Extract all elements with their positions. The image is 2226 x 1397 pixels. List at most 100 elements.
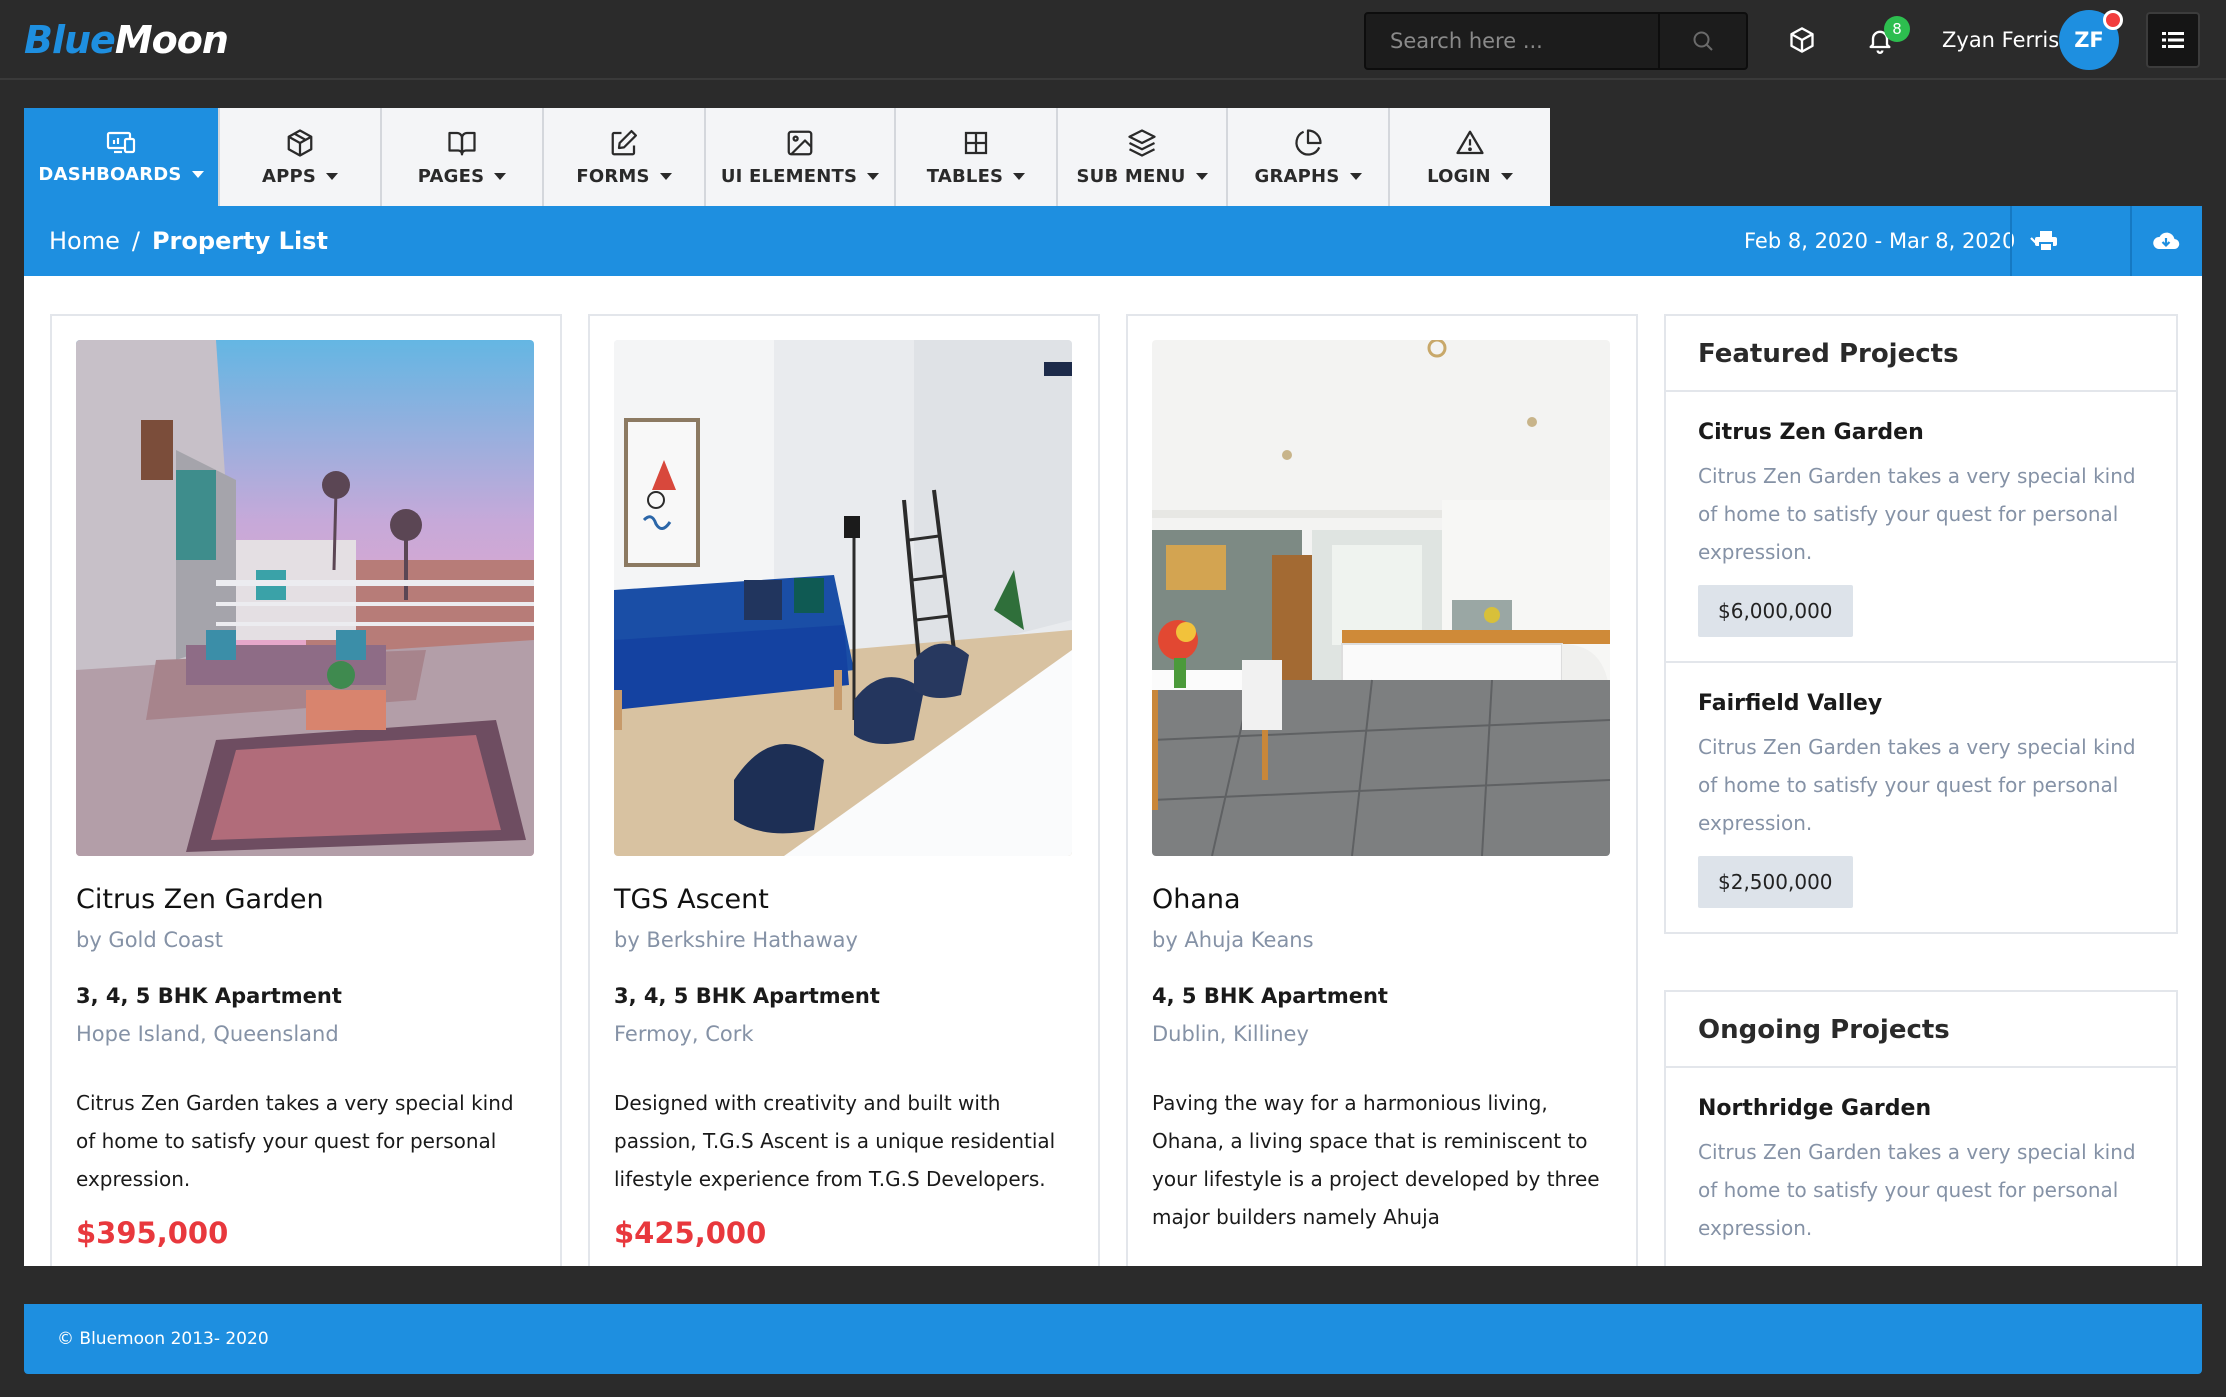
- ongoing-project-item: Northridge Garden Citrus Zen Garden take…: [1666, 1068, 2176, 1266]
- property-description: Designed with creativity and built with …: [614, 1091, 1056, 1191]
- property-type: 3, 4, 5 BHK Apartment: [76, 984, 342, 1008]
- project-title[interactable]: Northridge Garden: [1698, 1096, 2144, 1121]
- nav-tables[interactable]: TABLES: [896, 108, 1058, 206]
- property-name[interactable]: Ohana: [1152, 884, 1241, 915]
- property-builder: by Gold Coast: [76, 928, 223, 952]
- main-content: Citrus Zen Garden by Gold Coast 3, 4, 5 …: [24, 276, 2202, 1266]
- property-price: $395,000: [76, 1216, 229, 1250]
- cube-icon: [1788, 26, 1816, 54]
- sidebar-toggle-button[interactable]: [2146, 12, 2200, 68]
- search-box: [1364, 12, 1748, 70]
- download-button[interactable]: [2130, 206, 2200, 276]
- caret-down-icon: [1349, 172, 1362, 180]
- nav-ui-elements-label: UI ELEMENTS: [720, 165, 858, 187]
- caret-down-icon: [1500, 172, 1513, 180]
- nav-ui-elements[interactable]: UI ELEMENTS: [706, 108, 896, 206]
- nav-dashboards[interactable]: DASHBOARDS: [24, 108, 220, 206]
- nav-pages[interactable]: PAGES: [382, 108, 544, 206]
- caret-down-icon: [1195, 172, 1208, 180]
- search-input[interactable]: [1366, 14, 1658, 68]
- date-range-label: Feb 8, 2020 - Mar 8, 2020: [1744, 229, 2016, 253]
- pie-chart-icon: [1293, 128, 1323, 158]
- property-location: Fermoy, Cork: [614, 1022, 754, 1046]
- property-card: Ohana by Ahuja Keans 4, 5 BHK Apartment …: [1126, 314, 1638, 1266]
- ongoing-projects-title: Ongoing Projects: [1666, 992, 2176, 1068]
- property-location: Dublin, Killiney: [1152, 1022, 1309, 1046]
- project-price-badge: $6,000,000: [1698, 585, 1853, 637]
- caret-down-icon: [867, 172, 880, 180]
- caret-down-icon: [494, 172, 507, 180]
- edit-icon: [609, 128, 639, 158]
- brand-logo-part2: Moon: [114, 18, 229, 62]
- property-price: $425,000: [614, 1216, 767, 1250]
- caret-down-icon: [659, 172, 672, 180]
- nav-login-label: LOGIN: [1427, 165, 1491, 187]
- nav-apps-label: APPS: [261, 165, 317, 187]
- project-price-badge: $2,500,000: [1698, 856, 1853, 908]
- featured-project-item: Citrus Zen Garden Citrus Zen Garden take…: [1666, 392, 2176, 663]
- apps-cube-button[interactable]: [1782, 20, 1822, 60]
- brand-logo-part1: Blue: [24, 18, 116, 62]
- featured-project-item: Fairfield Valley Citrus Zen Garden takes…: [1666, 663, 2176, 932]
- grid-icon: [961, 128, 991, 158]
- caret-down-icon: [326, 172, 339, 180]
- property-type: 4, 5 BHK Apartment: [1152, 984, 1388, 1008]
- image-icon: [785, 128, 815, 158]
- property-name[interactable]: TGS Ascent: [614, 884, 769, 915]
- property-card: TGS Ascent by Berkshire Hathaway 3, 4, 5…: [588, 314, 1100, 1266]
- property-photo[interactable]: [1152, 340, 1610, 856]
- nav-graphs[interactable]: GRAPHS: [1228, 108, 1390, 206]
- property-location: Hope Island, Queensland: [76, 1022, 339, 1046]
- property-photo[interactable]: [76, 340, 534, 856]
- nav-tables-label: TABLES: [926, 165, 1004, 187]
- notification-count-badge: 8: [1884, 16, 1910, 42]
- top-header: BlueMoon 8 Zyan Ferris ZF: [0, 0, 2226, 80]
- breadcrumb-current: Property List: [151, 227, 328, 255]
- featured-projects-panel: Featured Projects Citrus Zen Garden Citr…: [1664, 314, 2178, 934]
- nav-forms-label: FORMS: [576, 165, 650, 187]
- property-name[interactable]: Citrus Zen Garden: [76, 884, 324, 915]
- cube-icon: [285, 128, 315, 158]
- breadcrumb-bar: Home / Property List Feb 8, 2020 - Mar 8, …: [24, 206, 2202, 276]
- property-card: Citrus Zen Garden by Gold Coast 3, 4, 5 …: [50, 314, 562, 1266]
- project-title[interactable]: Fairfield Valley: [1698, 691, 2144, 716]
- printer-icon: [2034, 230, 2058, 252]
- list-icon: [2162, 30, 2184, 50]
- alert-triangle-icon: [1455, 128, 1485, 158]
- property-builder: by Ahuja Keans: [1152, 928, 1314, 952]
- property-type: 3, 4, 5 BHK Apartment: [614, 984, 880, 1008]
- featured-projects-title: Featured Projects: [1666, 316, 2176, 392]
- footer: © Bluemoon 2013- 2020: [24, 1304, 2202, 1374]
- search-icon: [1691, 29, 1715, 53]
- nav-dashboards-label: DASHBOARDS: [38, 163, 182, 185]
- footer-copyright: © Bluemoon 2013- 2020: [57, 1329, 269, 1349]
- property-photo[interactable]: [614, 340, 1072, 856]
- nav-login[interactable]: LOGIN: [1390, 108, 1550, 206]
- property-description: Paving the way for a harmonious living, …: [1152, 1091, 1600, 1229]
- breadcrumb-separator: /: [131, 227, 140, 255]
- nav-sub-menu[interactable]: SUB MENU: [1058, 108, 1228, 206]
- brand-logo[interactable]: BlueMoon: [24, 16, 229, 64]
- date-range-picker[interactable]: Feb 8, 2020 - Mar 8, 2020: [1744, 206, 2045, 276]
- dashboard-icon: [106, 130, 136, 156]
- cloud-download-icon: [2152, 230, 2180, 252]
- caret-down-icon: [1013, 172, 1026, 180]
- property-builder: by Berkshire Hathaway: [614, 928, 858, 952]
- project-description: Citrus Zen Garden takes a very special k…: [1698, 1140, 2136, 1240]
- book-icon: [447, 128, 477, 158]
- print-button[interactable]: [2010, 206, 2080, 276]
- breadcrumb-home[interactable]: Home: [49, 227, 120, 255]
- nav-graphs-label: GRAPHS: [1254, 165, 1340, 187]
- layers-icon: [1127, 128, 1157, 158]
- main-nav: DASHBOARDS APPS PAGES FORMS UI ELEMENTS …: [24, 108, 1550, 206]
- property-description: Citrus Zen Garden takes a very special k…: [76, 1091, 514, 1191]
- status-dot: [2103, 10, 2123, 30]
- nav-forms[interactable]: FORMS: [544, 108, 706, 206]
- project-title[interactable]: Citrus Zen Garden: [1698, 420, 2144, 445]
- search-button[interactable]: [1658, 14, 1746, 68]
- caret-down-icon: [191, 170, 204, 178]
- nav-pages-label: PAGES: [417, 165, 485, 187]
- user-name[interactable]: Zyan Ferris: [1942, 22, 2059, 58]
- nav-sub-menu-label: SUB MENU: [1076, 165, 1186, 187]
- nav-apps[interactable]: APPS: [220, 108, 382, 206]
